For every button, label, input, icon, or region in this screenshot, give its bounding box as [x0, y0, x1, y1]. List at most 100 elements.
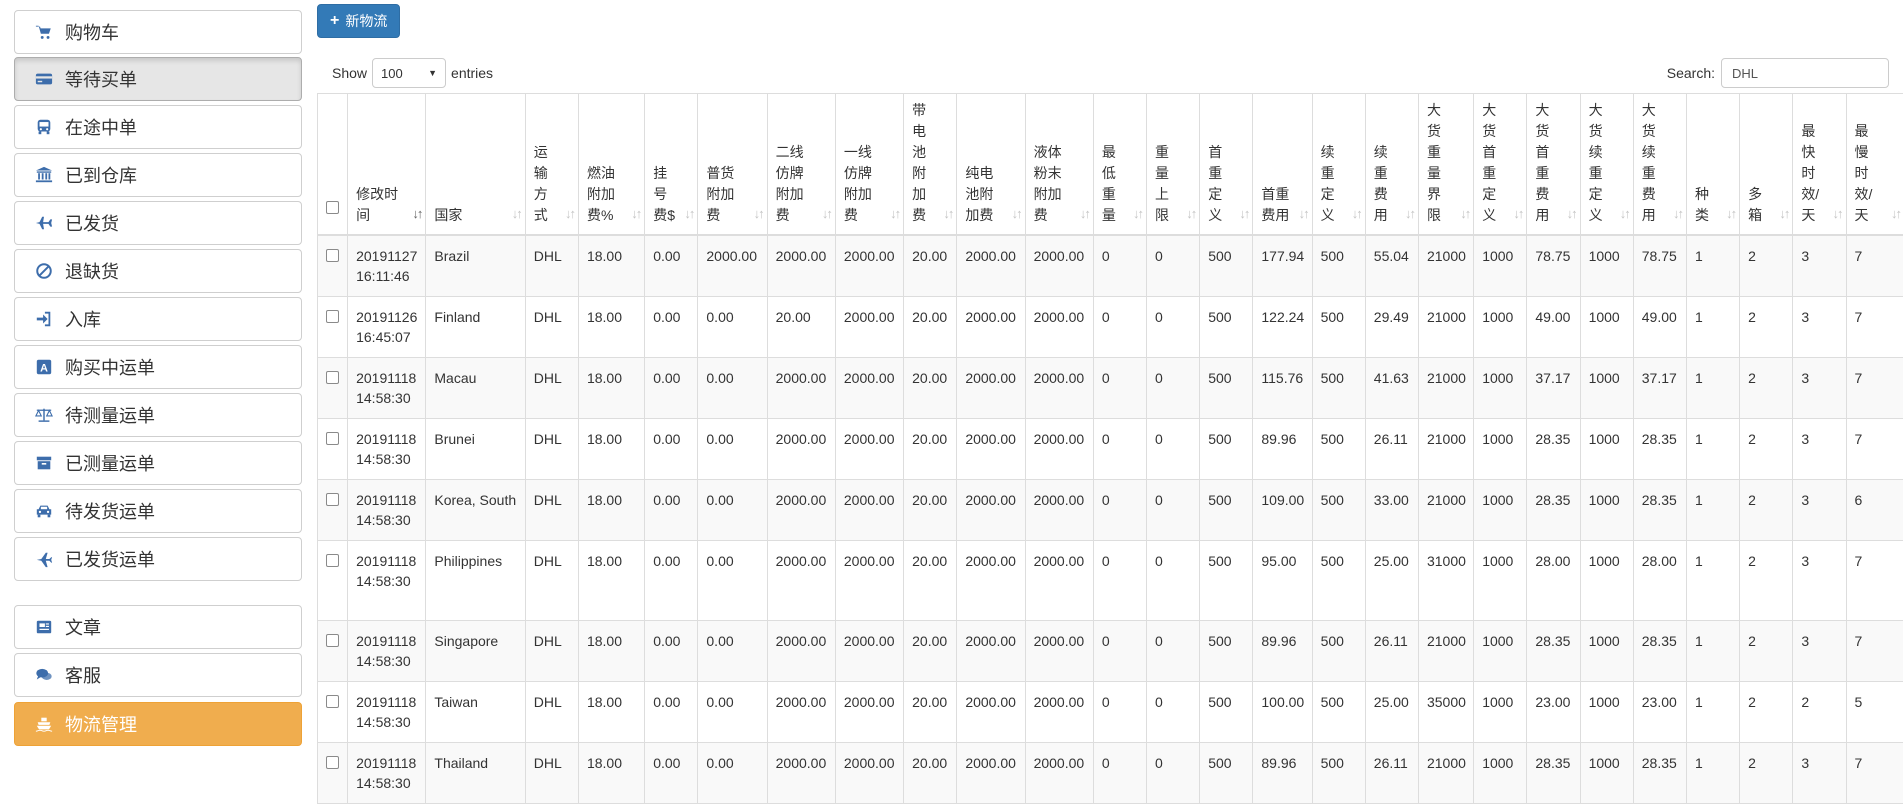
row-checkbox[interactable] [326, 554, 339, 567]
row-checkbox[interactable] [326, 634, 339, 647]
row-checkbox[interactable] [326, 249, 339, 262]
table-row[interactable]: 20191118 14:58:30Korea, SouthDHL18.000.0… [318, 480, 1903, 541]
table-cell: 20191118 14:58:30 [348, 621, 426, 682]
select-all-checkbox[interactable] [326, 201, 339, 214]
table-cell: 21000 [1418, 621, 1473, 682]
column-header[interactable]: 重量上限↓↑ [1147, 94, 1200, 236]
sidebar-item-awaiting-payment[interactable]: 等待买单 [14, 57, 302, 101]
row-checkbox[interactable] [326, 432, 339, 445]
sidebar-item-stock-in[interactable]: 入库 [14, 297, 302, 341]
table-cell: 7 [1846, 297, 1903, 358]
table-cell: 2 [1740, 235, 1793, 297]
row-checkbox[interactable] [326, 310, 339, 323]
sidebar-item-customer-service[interactable]: 客服 [14, 653, 302, 697]
table-cell: 3 [1793, 419, 1846, 480]
column-header[interactable]: 最低重量↓↑ [1093, 94, 1146, 236]
column-header[interactable]: 修改时间↓↑ [348, 94, 426, 236]
sidebar-item-logistics[interactable]: 物流管理 [14, 702, 302, 746]
table-cell: 2 [1740, 621, 1793, 682]
table-cell: 2000.00 [957, 419, 1025, 480]
column-header[interactable]: 二线仿牌附加费↓↑ [767, 94, 835, 236]
sidebar-item-label: 购物车 [65, 19, 119, 45]
column-header[interactable]: 首重费用↓↑ [1253, 94, 1312, 236]
sidebar-item-to-measure[interactable]: 待测量运单 [14, 393, 302, 437]
column-header[interactable]: 种类↓↑ [1686, 94, 1739, 236]
column-header-label: 国家 [434, 207, 462, 223]
column-header[interactable]: 国家↓↑ [426, 94, 525, 236]
sidebar-item-shipped[interactable]: 已发货 [14, 201, 302, 245]
column-header[interactable]: 纯电池附加费↓↑ [957, 94, 1025, 236]
table-row[interactable]: 20191118 14:58:30ThailandDHL18.000.000.0… [318, 743, 1903, 804]
table-cell: 2 [1740, 297, 1793, 358]
column-header[interactable]: 续重定义↓↑ [1312, 94, 1365, 236]
sidebar-item-shipped-waybills[interactable]: 已发货运单 [14, 537, 302, 581]
column-header[interactable]: 大货重量界限↓↑ [1418, 94, 1473, 236]
table-row[interactable]: 20191118 14:58:30SingaporeDHL18.000.000.… [318, 621, 1903, 682]
table-cell: 1000 [1580, 480, 1633, 541]
column-header[interactable]: 大货续重定义↓↑ [1580, 94, 1633, 236]
row-checkbox[interactable] [326, 695, 339, 708]
column-header[interactable]: 大货续重费用↓↑ [1633, 94, 1686, 236]
table-cell: 1000 [1474, 743, 1527, 804]
table-cell: 0 [1147, 297, 1200, 358]
column-header[interactable]: 运输方式↓↑ [525, 94, 578, 236]
table-row[interactable]: 20191118 14:58:30BruneiDHL18.000.000.002… [318, 419, 1903, 480]
table-cell: 500 [1312, 297, 1365, 358]
logistics-table-wrapper: 修改时间↓↑国家↓↑运输方式↓↑燃油附加费%↓↑挂号费$↓↑普货附加费↓↑二线仿… [317, 93, 1903, 804]
table-cell: 2000.00 [957, 541, 1025, 621]
sidebar-item-articles[interactable]: 文章 [14, 605, 302, 649]
row-checkbox-cell [318, 419, 348, 480]
sidebar-item-purchasing-waybills[interactable]: A 购买中运单 [14, 345, 302, 389]
table-cell: 35000 [1418, 682, 1473, 743]
column-header[interactable]: 最慢时效/天↓↑ [1846, 94, 1903, 236]
column-header-label: 二线仿牌附加费 [776, 144, 804, 223]
sidebar-item-in-transit[interactable]: 在途中单 [14, 105, 302, 149]
page-size-select[interactable]: 100 ▼ [372, 58, 446, 88]
table-cell: 0.00 [698, 297, 767, 358]
row-checkbox[interactable] [326, 493, 339, 506]
table-row[interactable]: 20191126 16:45:07FinlandDHL18.000.000.00… [318, 297, 1903, 358]
plus-icon: + [330, 12, 339, 30]
table-cell: Thailand [426, 743, 525, 804]
row-checkbox[interactable] [326, 371, 339, 384]
sidebar-item-label: 待发货运单 [65, 498, 155, 524]
table-cell: 1000 [1580, 297, 1633, 358]
table-cell: 3 [1793, 743, 1846, 804]
sidebar-item-returns[interactable]: 退缺货 [14, 249, 302, 293]
column-header[interactable]: 续重费用↓↑ [1365, 94, 1418, 236]
new-logistics-button[interactable]: + 新物流 [317, 4, 400, 38]
table-cell: 2000.00 [835, 480, 903, 541]
table-cell: 20191118 14:58:30 [348, 682, 426, 743]
column-header[interactable]: 多箱↓↑ [1740, 94, 1793, 236]
column-header[interactable]: 最快时效/天↓↑ [1793, 94, 1846, 236]
column-header-label: 大货续重费用 [1642, 102, 1656, 223]
table-row[interactable]: 20191118 14:58:30PhilippinesDHL18.000.00… [318, 541, 1903, 621]
sidebar-item-to-ship[interactable]: 待发货运单 [14, 489, 302, 533]
table-row[interactable]: 20191118 14:58:30TaiwanDHL18.000.000.002… [318, 682, 1903, 743]
column-header[interactable]: 大货首重定义↓↑ [1474, 94, 1527, 236]
table-cell: 20.00 [904, 541, 957, 621]
column-header[interactable]: 带电池附加费↓↑ [904, 94, 957, 236]
column-header[interactable]: 大货首重费用↓↑ [1527, 94, 1580, 236]
column-header[interactable]: 液体粉末附加费↓↑ [1025, 94, 1093, 236]
table-cell: 37.17 [1527, 358, 1580, 419]
table-cell: 115.76 [1253, 358, 1312, 419]
column-header[interactable]: 燃油附加费%↓↑ [578, 94, 644, 236]
sidebar-item-arrived-warehouse[interactable]: 已到仓库 [14, 153, 302, 197]
table-row[interactable]: 20191127 16:11:46BrazilDHL18.000.002000.… [318, 235, 1903, 297]
table-cell: 2000.00 [835, 358, 903, 419]
table-row[interactable]: 20191118 14:58:30MacauDHL18.000.000.0020… [318, 358, 1903, 419]
column-header[interactable]: 普货附加费↓↑ [698, 94, 767, 236]
sidebar-item-measured[interactable]: 已测量运单 [14, 441, 302, 485]
table-cell: 7 [1846, 358, 1903, 419]
search-input[interactable] [1721, 58, 1889, 88]
table-cell: 21000 [1418, 419, 1473, 480]
column-header[interactable]: 挂号费$↓↑ [645, 94, 698, 236]
column-header[interactable]: 一线仿牌附加费↓↑ [835, 94, 903, 236]
row-checkbox[interactable] [326, 756, 339, 769]
sort-icon: ↓↑ [1620, 203, 1629, 224]
column-header[interactable]: 首重定义↓↑ [1200, 94, 1253, 236]
table-cell: 0 [1147, 743, 1200, 804]
sidebar-item-cart[interactable]: 购物车 [14, 10, 302, 54]
sort-icon: ↓↑ [1779, 203, 1788, 224]
